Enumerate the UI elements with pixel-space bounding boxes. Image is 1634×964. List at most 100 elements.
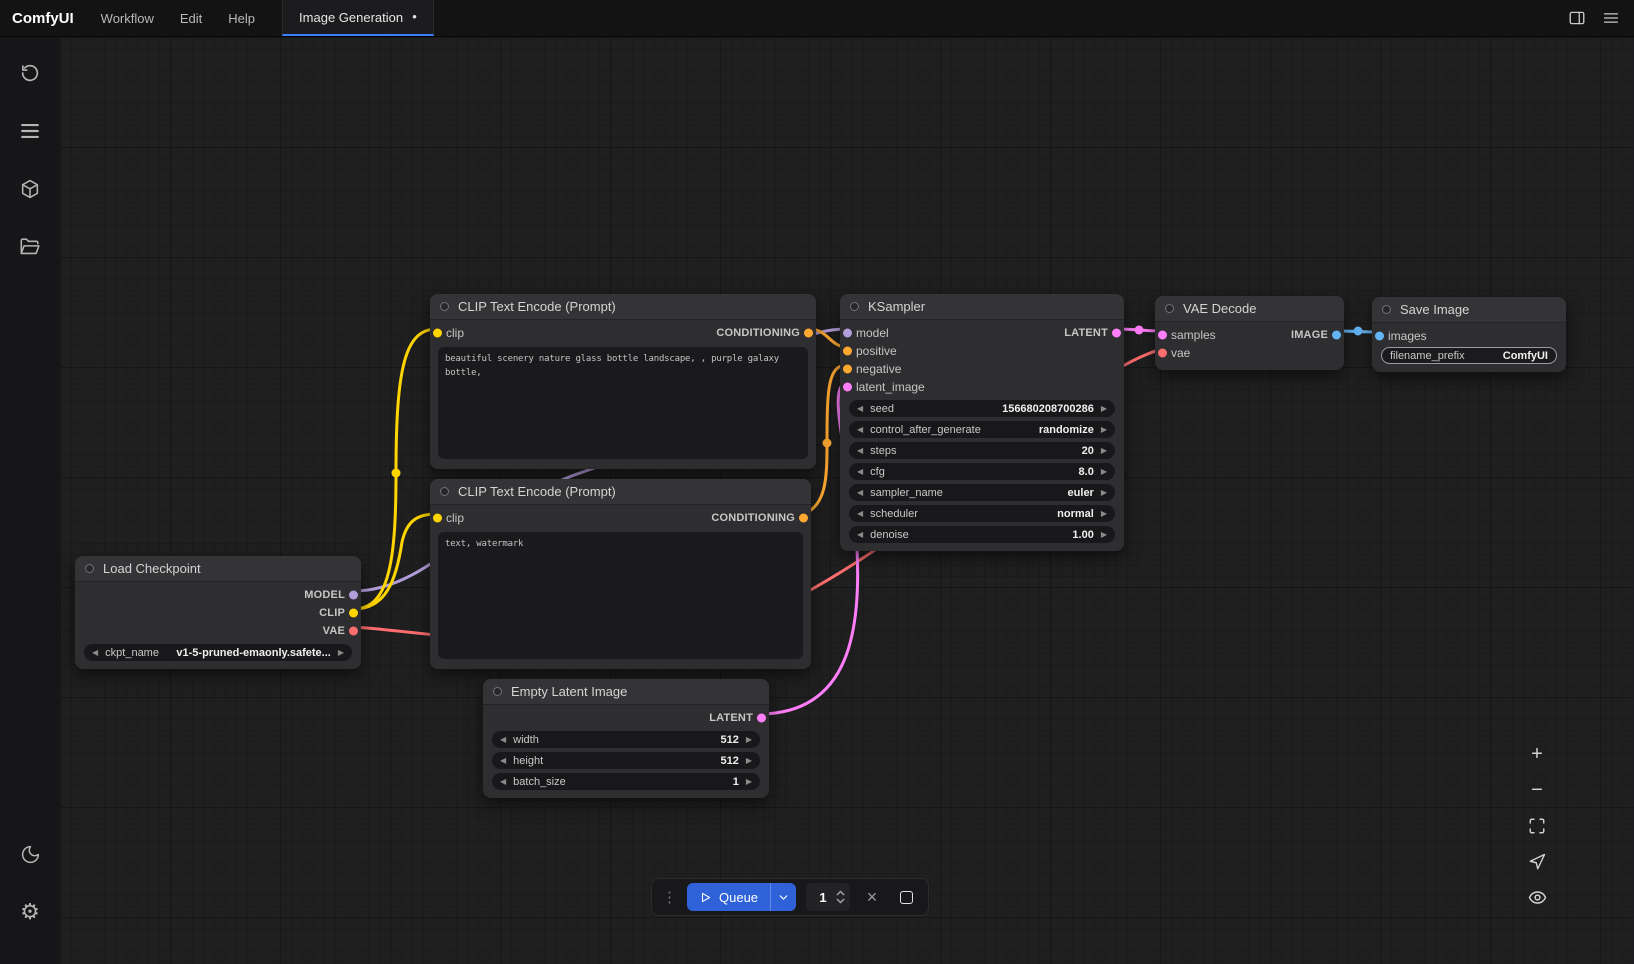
collapse-dot-icon[interactable]	[440, 302, 449, 311]
widget-ckpt-name[interactable]: ◀ ckpt_name v1-5-pruned-emaonly.safete..…	[84, 644, 352, 661]
collapse-dot-icon[interactable]	[1382, 305, 1391, 314]
toggle-visibility-button[interactable]	[1524, 885, 1550, 910]
select-mode-button[interactable]	[1524, 849, 1550, 874]
vae-input-port[interactable]	[1158, 349, 1167, 358]
clip-input-port[interactable]	[433, 329, 442, 338]
zoom-in-button[interactable]: +	[1524, 741, 1550, 766]
reroute-dot[interactable]	[1354, 327, 1363, 336]
widget-batch-size[interactable]: ◀ batch_size 1 ▶	[492, 773, 760, 790]
collapse-dot-icon[interactable]	[85, 564, 94, 573]
vae-output-port[interactable]	[349, 627, 358, 636]
widget-control-after-generate[interactable]: ◀ control_after_generate randomize ▶	[849, 421, 1115, 438]
clip-output-port[interactable]	[349, 609, 358, 618]
latent-output-port[interactable]	[757, 714, 766, 723]
tab-image-generation[interactable]: Image Generation ●	[282, 0, 434, 36]
node-empty-latent-image[interactable]: Empty Latent Image LATENT ◀ width 512 ▶ …	[483, 679, 769, 798]
latent-output-port[interactable]	[1112, 329, 1121, 338]
model-output-port[interactable]	[349, 591, 358, 600]
decrement-arrow-icon[interactable]: ◀	[857, 468, 863, 476]
latent-image-input-port[interactable]	[843, 383, 852, 392]
prompt-textarea[interactable]: text, watermark	[438, 532, 803, 659]
settings-button[interactable]: ⚙	[10, 892, 50, 932]
increment-arrow-icon[interactable]: ▶	[1101, 405, 1107, 413]
node-vae-decode[interactable]: VAE Decode samples IMAGE vae	[1155, 296, 1344, 370]
decrement-arrow-icon[interactable]: ◀	[857, 447, 863, 455]
clear-queue-button[interactable]: ×	[860, 883, 884, 911]
increment-arrow-icon[interactable]: ▶	[1101, 426, 1107, 434]
increment-arrow-icon[interactable]: ▶	[746, 736, 752, 744]
step-up-icon[interactable]	[835, 889, 846, 897]
collapse-dot-icon[interactable]	[850, 302, 859, 311]
widget-seed[interactable]: ◀ seed 156680208700286 ▶	[849, 400, 1115, 417]
node-header[interactable]: KSampler	[840, 294, 1124, 320]
node-save-image[interactable]: Save Image images filename_prefix ComfyU…	[1372, 297, 1566, 372]
images-input-port[interactable]	[1375, 332, 1384, 341]
batch-count-input[interactable]: 1	[806, 883, 850, 911]
node-library-button[interactable]	[10, 111, 50, 151]
drag-handle-icon[interactable]: ⋮	[662, 890, 677, 905]
menu-workflow[interactable]: Workflow	[88, 0, 167, 36]
node-clip-text-encode-negative[interactable]: CLIP Text Encode (Prompt) clip CONDITION…	[430, 479, 811, 669]
theme-toggle-button[interactable]	[10, 834, 50, 874]
widget-filename-prefix[interactable]: filename_prefix ComfyUI	[1381, 347, 1557, 364]
node-header[interactable]: Empty Latent Image	[483, 679, 769, 705]
increment-arrow-icon[interactable]: ▶	[1101, 510, 1107, 518]
step-down-icon[interactable]	[835, 897, 846, 905]
widget-steps[interactable]: ◀ steps 20 ▶	[849, 442, 1115, 459]
clip-input-port[interactable]	[433, 514, 442, 523]
workflows-button[interactable]	[10, 227, 50, 267]
collapse-dot-icon[interactable]	[1165, 304, 1174, 313]
decrement-arrow-icon[interactable]: ◀	[857, 510, 863, 518]
positive-input-port[interactable]	[843, 347, 852, 356]
reroute-dot[interactable]	[823, 439, 832, 448]
decrement-arrow-icon[interactable]: ◀	[857, 489, 863, 497]
increment-arrow-icon[interactable]: ▶	[1101, 489, 1107, 497]
node-clip-text-encode-positive[interactable]: CLIP Text Encode (Prompt) clip CONDITION…	[430, 294, 816, 469]
increment-arrow-icon[interactable]: ▶	[746, 757, 752, 765]
node-header[interactable]: VAE Decode	[1155, 296, 1344, 322]
decrement-arrow-icon[interactable]: ◀	[500, 778, 506, 786]
model-input-port[interactable]	[843, 329, 852, 338]
reroute-dot[interactable]	[392, 469, 401, 478]
widget-sampler-name[interactable]: ◀ sampler_name euler ▶	[849, 484, 1115, 501]
history-button[interactable]	[10, 53, 50, 93]
queue-button[interactable]: Queue	[687, 883, 770, 911]
queue-options-button[interactable]	[770, 883, 796, 911]
widget-cfg[interactable]: ◀ cfg 8.0 ▶	[849, 463, 1115, 480]
decrement-arrow-icon[interactable]: ◀	[857, 405, 863, 413]
negative-input-port[interactable]	[843, 365, 852, 374]
conditioning-output-port[interactable]	[799, 514, 808, 523]
increment-arrow-icon[interactable]: ▶	[1101, 468, 1107, 476]
zoom-out-button[interactable]: −	[1524, 777, 1550, 802]
prompt-textarea[interactable]: beautiful scenery nature glass bottle la…	[438, 347, 808, 459]
image-output-port[interactable]	[1332, 331, 1341, 340]
node-header[interactable]: CLIP Text Encode (Prompt)	[430, 294, 816, 320]
widget-scheduler[interactable]: ◀ scheduler normal ▶	[849, 505, 1115, 522]
samples-input-port[interactable]	[1158, 331, 1167, 340]
model-library-button[interactable]	[10, 169, 50, 209]
node-load-checkpoint[interactable]: Load Checkpoint MODEL CLIP VAE ◀ ckpt_na…	[75, 556, 361, 669]
fit-view-button[interactable]	[1524, 813, 1550, 838]
increment-arrow-icon[interactable]: ▶	[338, 649, 344, 657]
node-header[interactable]: Save Image	[1372, 297, 1566, 323]
widget-denoise[interactable]: ◀ denoise 1.00 ▶	[849, 526, 1115, 543]
collapse-dot-icon[interactable]	[440, 487, 449, 496]
decrement-arrow-icon[interactable]: ◀	[857, 531, 863, 539]
node-ksampler[interactable]: KSampler model LATENT positive negative …	[840, 294, 1124, 551]
decrement-arrow-icon[interactable]: ◀	[857, 426, 863, 434]
increment-arrow-icon[interactable]: ▶	[746, 778, 752, 786]
menu-edit[interactable]: Edit	[167, 0, 215, 36]
increment-arrow-icon[interactable]: ▶	[1101, 531, 1107, 539]
conditioning-output-port[interactable]	[804, 329, 813, 338]
node-header[interactable]: Load Checkpoint	[75, 556, 361, 582]
decrement-arrow-icon[interactable]: ◀	[500, 757, 506, 765]
hamburger-menu-button[interactable]	[1596, 4, 1626, 32]
decrement-arrow-icon[interactable]: ◀	[500, 736, 506, 744]
reroute-dot[interactable]	[1135, 326, 1144, 335]
widget-height[interactable]: ◀ height 512 ▶	[492, 752, 760, 769]
collapse-dot-icon[interactable]	[493, 687, 502, 696]
widget-width[interactable]: ◀ width 512 ▶	[492, 731, 760, 748]
graph-canvas[interactable]: Load Checkpoint MODEL CLIP VAE ◀ ckpt_na…	[60, 37, 1634, 964]
panel-toggle-button[interactable]	[1562, 4, 1592, 32]
increment-arrow-icon[interactable]: ▶	[1101, 447, 1107, 455]
